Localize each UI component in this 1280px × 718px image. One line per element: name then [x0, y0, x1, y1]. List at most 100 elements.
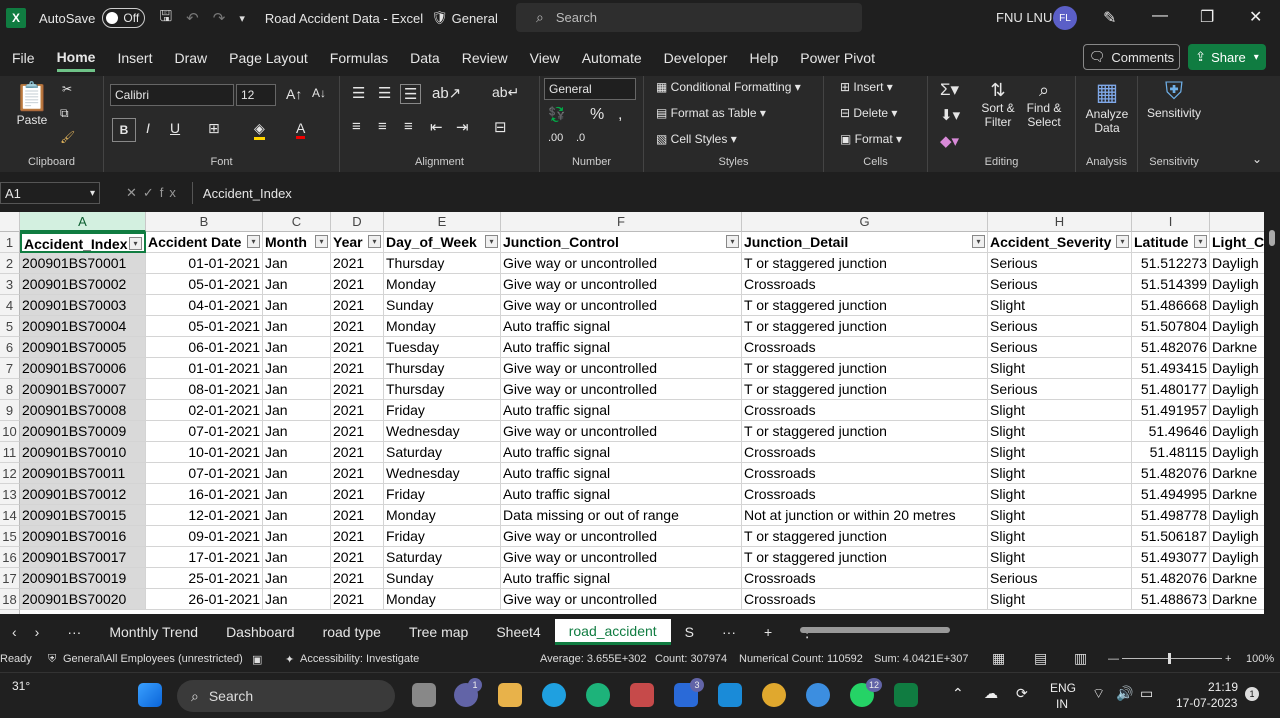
page-layout-view-icon[interactable]: ▤ [1034, 650, 1047, 667]
table-cell[interactable]: 51.514399 [1132, 274, 1210, 295]
delete-cells-button[interactable]: ⊟ Delete ▾ [840, 106, 897, 120]
sheet-tab-s[interactable]: S [671, 624, 708, 640]
comma-style-icon[interactable]: , [618, 106, 622, 124]
table-cell[interactable]: Serious [988, 316, 1132, 337]
table-cell[interactable]: Friday [384, 526, 501, 547]
table-cell[interactable]: 07-01-2021 [146, 421, 263, 442]
macro-recording-icon[interactable]: ▣ [252, 653, 262, 666]
add-sheet-icon[interactable]: + [750, 624, 786, 640]
table-cell[interactable]: Dayligh [1210, 316, 1264, 337]
save-icon[interactable]: 🖫 [159, 6, 172, 31]
table-cell[interactable]: 06-01-2021 [146, 337, 263, 358]
chrome-icon[interactable] [762, 683, 786, 707]
table-cell[interactable]: 200901BS70019 [20, 568, 146, 589]
table-cell[interactable]: Monday [384, 505, 501, 526]
prev-sheet-icon[interactable]: ‹ [0, 624, 31, 640]
undo-icon[interactable]: ↶ [186, 9, 199, 27]
table-cell[interactable]: T or staggered junction [742, 295, 988, 316]
table-cell[interactable]: 2021 [331, 442, 384, 463]
table-cell[interactable]: Thursday [384, 358, 501, 379]
row-header[interactable]: 16 [0, 547, 20, 568]
help-icon[interactable] [542, 683, 566, 707]
row-header[interactable]: 15 [0, 526, 20, 547]
tab-data[interactable]: Data [410, 46, 440, 70]
table-cell[interactable]: Slight [988, 421, 1132, 442]
table-cell[interactable]: 200901BS70016 [20, 526, 146, 547]
zoom-slider[interactable] [1122, 658, 1222, 659]
filter-dropdown-icon[interactable]: ▾ [129, 237, 142, 250]
table-cell[interactable]: 07-01-2021 [146, 463, 263, 484]
table-cell[interactable]: 25-01-2021 [146, 568, 263, 589]
filter-dropdown-icon[interactable]: ▾ [247, 235, 260, 248]
table-cell[interactable]: 01-01-2021 [146, 358, 263, 379]
decrease-font-icon[interactable]: A↓ [312, 86, 326, 100]
table-cell[interactable]: 200901BS70009 [20, 421, 146, 442]
table-cell[interactable]: Crossroads [742, 400, 988, 421]
table-cell[interactable]: Dayligh [1210, 442, 1264, 463]
taskbar-search[interactable]: ⌕ Search [177, 680, 395, 712]
table-cell[interactable]: 51.498778 [1132, 505, 1210, 526]
onedrive-icon[interactable]: ☁ [984, 685, 998, 702]
cell-styles-button[interactable]: ▧ Cell Styles ▾ [656, 132, 737, 146]
column-header-e[interactable]: E [384, 212, 501, 232]
table-cell[interactable]: Give way or uncontrolled [501, 358, 742, 379]
increase-decimal-icon[interactable]: .00 [548, 132, 563, 144]
table-cell[interactable]: 51.49646 [1132, 421, 1210, 442]
zoom-in-icon[interactable]: + [1225, 653, 1231, 665]
table-cell[interactable]: Jan [263, 295, 331, 316]
table-cell[interactable]: Serious [988, 337, 1132, 358]
table-cell[interactable]: 05-01-2021 [146, 316, 263, 337]
table-cell[interactable]: Serious [988, 379, 1132, 400]
volume-icon[interactable]: 🔊 [1116, 685, 1133, 702]
close-icon[interactable]: ✕ [1249, 7, 1262, 27]
table-cell[interactable]: T or staggered junction [742, 526, 988, 547]
vertical-scroll-thumb[interactable] [1269, 230, 1275, 246]
weather-temp[interactable]: 31° [12, 679, 30, 693]
row-header[interactable]: 3 [0, 274, 20, 295]
table-cell[interactable]: Jan [263, 421, 331, 442]
table-cell[interactable]: 51.480177 [1132, 379, 1210, 400]
clear-icon[interactable]: ◆▾ [940, 132, 959, 150]
sync-icon[interactable]: ⟳ [1016, 685, 1028, 702]
row-header[interactable]: 6 [0, 337, 20, 358]
filter-dropdown-icon[interactable]: ▾ [315, 235, 328, 248]
align-left-icon[interactable]: ≡ [352, 118, 361, 135]
table-cell[interactable]: Serious [988, 253, 1132, 274]
table-cell[interactable]: 12-01-2021 [146, 505, 263, 526]
fx-icon[interactable]: ✕✓fx [126, 185, 182, 201]
avatar[interactable]: FL [1053, 6, 1077, 30]
table-cell[interactable]: T or staggered junction [742, 379, 988, 400]
filter-dropdown-icon[interactable]: ▾ [485, 235, 498, 248]
column-header-partial[interactable] [1210, 212, 1264, 232]
table-cell[interactable]: 200901BS70010 [20, 442, 146, 463]
tab-page-layout[interactable]: Page Layout [229, 46, 308, 70]
table-cell[interactable]: Dayligh [1210, 358, 1264, 379]
start-windows-icon[interactable] [138, 683, 162, 707]
table-cell[interactable]: Jan [263, 505, 331, 526]
table-cell[interactable]: T or staggered junction [742, 316, 988, 337]
table-cell[interactable]: 200901BS70017 [20, 547, 146, 568]
table-cell[interactable]: Dayligh [1210, 274, 1264, 295]
table-cell[interactable]: 200901BS70006 [20, 358, 146, 379]
table-cell[interactable]: Darkne [1210, 484, 1264, 505]
accessibility-status[interactable]: Accessibility: Investigate [300, 653, 419, 665]
align-right-icon[interactable]: ≡ [404, 118, 413, 135]
row-header[interactable]: 17 [0, 568, 20, 589]
customize-quick-access-icon[interactable]: ▾ [239, 12, 245, 25]
table-cell[interactable]: Friday [384, 484, 501, 505]
filter-dropdown-icon[interactable]: ▾ [1194, 235, 1207, 248]
table-header-cell[interactable]: Latitude ▾ [1132, 232, 1210, 253]
table-cell[interactable]: Dayligh [1210, 379, 1264, 400]
table-cell[interactable]: 200901BS70008 [20, 400, 146, 421]
more-sheets-right-icon[interactable]: ··· [708, 624, 750, 640]
table-cell[interactable]: 51.482076 [1132, 568, 1210, 589]
chrome-profile-icon[interactable] [806, 683, 830, 707]
tab-review[interactable]: Review [462, 46, 508, 70]
table-cell[interactable]: Auto traffic signal [501, 400, 742, 421]
table-cell[interactable]: Dayligh [1210, 505, 1264, 526]
table-cell[interactable]: 51.491957 [1132, 400, 1210, 421]
table-cell[interactable]: 200901BS70001 [20, 253, 146, 274]
page-break-view-icon[interactable]: ▥ [1074, 650, 1087, 667]
wifi-icon[interactable]: ⌔ [1092, 685, 1105, 703]
table-cell[interactable]: Give way or uncontrolled [501, 253, 742, 274]
